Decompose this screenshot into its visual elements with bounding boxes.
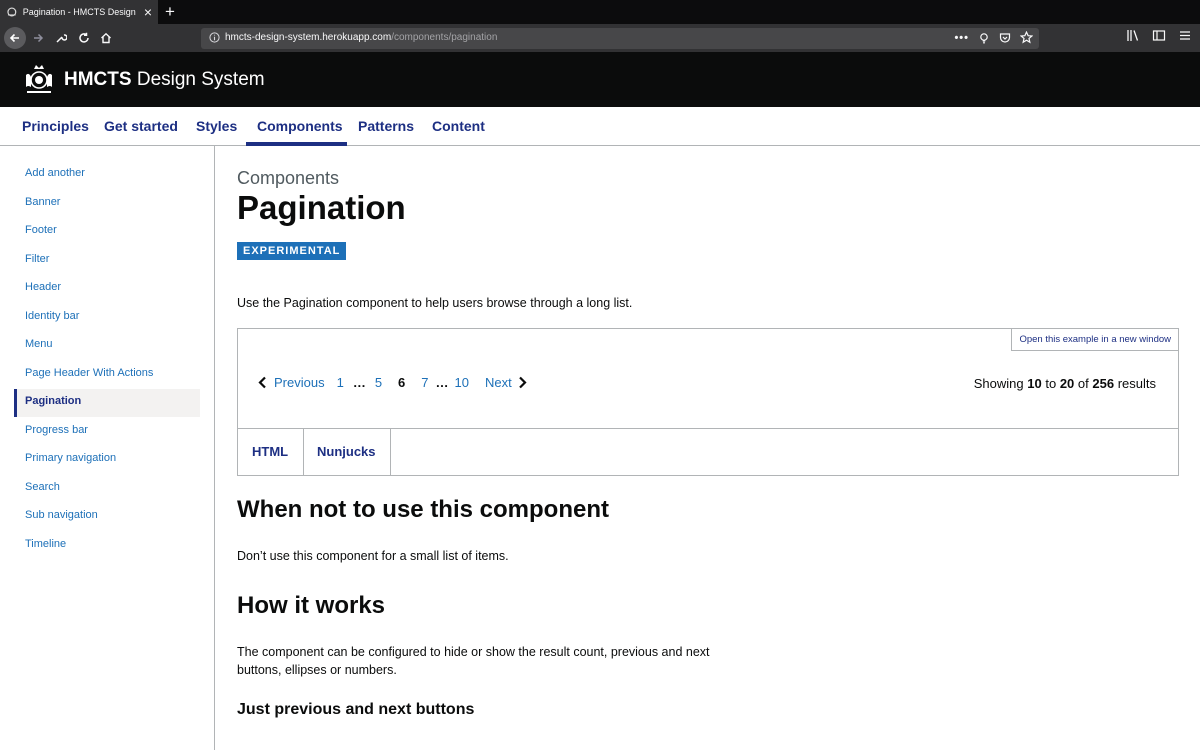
sidebar-item-header[interactable]: Header [25,281,61,293]
browser-right-tools [1126,29,1192,42]
pagination-page-1[interactable]: 1 [337,375,344,390]
open-example-link[interactable]: Open this example in a new window [1011,329,1178,351]
intro-text: Use the Pagination component to help use… [237,296,633,310]
how-it-works-line-1: The component can be configured to hide … [237,645,710,659]
hamburger-menu-icon[interactable] [1178,29,1192,42]
forward-arrow-icon [34,33,44,43]
topnav-patterns[interactable]: Patterns [358,118,414,134]
home-icon [101,32,111,44]
lightbulb-icon[interactable] [978,32,990,44]
new-tab-icon[interactable]: + [165,2,175,22]
results-to: 20 [1059,376,1075,391]
browser-toolbar: hmcts-design-system.herokuapp.com/compon… [0,24,1200,52]
sidebar-item-timeline[interactable]: Timeline [25,538,66,550]
pagination: Previous 1 … 5 6 7 … 10 Next [258,375,527,390]
pagination-previous-label: Previous [274,375,325,390]
site-title-rest: Design System [131,69,265,90]
bookmark-star-icon[interactable] [1020,31,1033,44]
forward-button[interactable] [28,28,48,48]
topnav-get-started[interactable]: Get started [104,118,178,134]
sidebar-item-sub-navigation[interactable]: Sub navigation [25,509,98,521]
results-of-word: of [1077,376,1089,391]
site-title[interactable]: HMCTS Design System [64,69,265,91]
sidebar-item-pagination[interactable]: Pagination [25,395,81,407]
primary-navigation: Principles Get started Styles Components… [0,107,1200,146]
url-bar[interactable]: hmcts-design-system.herokuapp.com/compon… [201,28,1039,49]
back-button[interactable] [4,27,26,49]
topnav-principles[interactable]: Principles [22,118,89,134]
browser-tab[interactable]: Pagination - HMCTS Design Sy… × [0,0,158,24]
topnav-content[interactable]: Content [432,118,485,134]
sidebar-item-banner[interactable]: Banner [25,196,60,208]
page-actions-icon[interactable]: ••• [954,32,969,44]
tab-nunjucks[interactable]: Nunjucks [303,429,391,475]
topnav-styles[interactable]: Styles [196,118,237,134]
url-text: hmcts-design-system.herokuapp.com/compon… [225,32,497,43]
library-icon[interactable] [1126,29,1140,42]
page-caption: Components [237,168,340,188]
pagination-previous[interactable]: Previous [258,375,325,390]
home-button[interactable] [96,28,116,48]
pagination-next[interactable]: Next [485,375,527,390]
url-actions: ••• [954,31,1033,44]
info-icon[interactable] [209,32,220,43]
sidebar-toggle-icon[interactable] [1152,29,1166,42]
sidebar-item-identity-bar[interactable]: Identity bar [25,310,79,322]
pagination-ellipsis: … [435,375,449,390]
pagination-ellipsis: … [352,375,366,390]
back-arrow-icon [9,33,19,43]
status-tag: EXPERIMENTAL [237,242,347,260]
results-suffix: results [1117,376,1156,391]
browser-tab-bar: Pagination - HMCTS Design Sy… × + [0,0,1200,24]
sidebar-item-progress-bar[interactable]: Progress bar [25,424,88,436]
just-prev-next-heading: Just previous and next buttons [237,701,475,718]
sidebar-item-search[interactable]: Search [25,481,60,493]
sidebar-item-primary-navigation[interactable]: Primary navigation [25,452,116,464]
results-prefix: Showing [973,376,1024,391]
tab-html[interactable]: HTML [238,429,304,475]
topnav-components[interactable]: Components [257,118,343,134]
example-preview: Open this example in a new window Previo… [237,328,1179,429]
pocket-icon[interactable] [999,32,1011,44]
reload-button[interactable] [74,28,94,48]
browser-tab-title: Pagination - HMCTS Design Sy… [22,7,138,17]
when-not-text: Don’t use this component for a small lis… [237,549,509,563]
sidebar-item-add-another[interactable]: Add another [25,167,85,179]
pagination-page-10[interactable]: 10 [455,375,469,390]
url-host: hmcts-design-system.herokuapp.com [225,32,392,43]
results-total: 256 [1092,376,1115,391]
results-count: Showing 10 to 20 of 256 results [974,376,1156,391]
side-navigation: Add another Banner Footer Filter Header … [0,146,215,750]
how-it-works-heading: How it works [237,592,386,619]
pagination-next-label: Next [484,375,512,390]
results-from: 10 [1027,376,1042,391]
url-path: /components/pagination [391,32,498,43]
chevron-left-icon [258,376,266,389]
code-tabs: HTML Nunjucks [237,428,1179,476]
chevron-right-icon [518,376,527,389]
site-header: HMCTS Design System [0,52,1200,107]
how-it-works-line-2: buttons, ellipses or numbers. [237,663,397,677]
results-to-word: to [1045,376,1057,391]
pagination-current-page: 6 [398,375,406,390]
sidebar-item-page-header-with-actions[interactable]: Page Header With Actions [25,367,153,379]
page-title: Pagination [237,189,406,226]
wrench-icon [56,34,67,43]
when-not-heading: When not to use this component [237,496,609,523]
topnav-active-indicator [246,142,347,146]
how-it-works-text: The component can be configured to hide … [237,643,710,679]
site-title-bold: HMCTS [64,69,132,90]
sidebar-item-footer[interactable]: Footer [25,224,57,236]
sidebar-item-filter[interactable]: Filter [25,253,49,265]
pagination-page-5[interactable]: 5 [375,375,382,390]
crest-favicon-icon [7,7,17,17]
reload-icon [79,32,89,43]
customize-button[interactable] [51,28,71,48]
close-tab-icon[interactable]: × [144,5,152,19]
sidebar-item-menu[interactable]: Menu [25,338,53,350]
royal-crest-icon[interactable] [22,63,56,96]
pagination-page-7[interactable]: 7 [421,375,428,390]
